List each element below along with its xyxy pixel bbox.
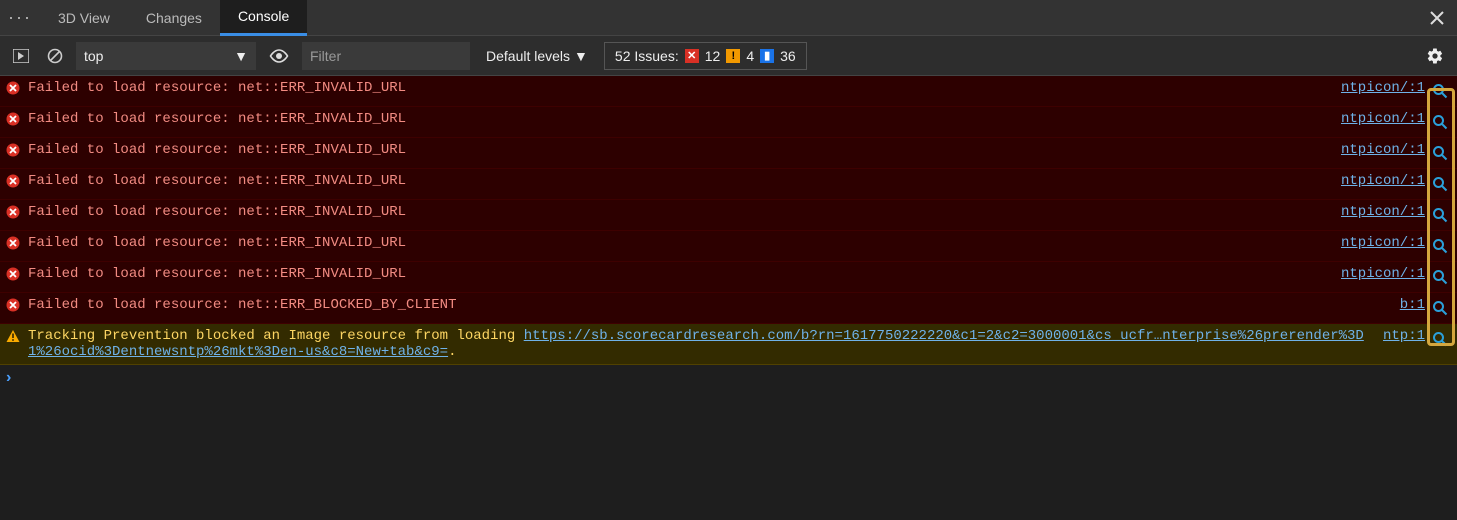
search-icon[interactable] xyxy=(1429,235,1451,257)
issues-summary[interactable]: 52 Issues: ✕ 12 ! 4 ▮ 36 xyxy=(604,42,807,70)
console-toolbar: top ▼ Default levels ▼ 52 Issues: ✕ 12 ! 4… xyxy=(0,36,1457,76)
console-message: Failed to load resource: net::ERR_INVALI… xyxy=(28,235,1333,251)
close-icon[interactable] xyxy=(1417,0,1457,36)
console-message: Tracking Prevention blocked an Image res… xyxy=(28,328,1375,360)
source-link[interactable]: ntpicon/:1 xyxy=(1341,266,1425,282)
console-row: Tracking Prevention blocked an Image res… xyxy=(0,324,1457,365)
search-icon[interactable] xyxy=(1429,266,1451,288)
clear-console-icon[interactable] xyxy=(42,43,68,69)
error-icon xyxy=(6,205,22,221)
search-icon[interactable] xyxy=(1429,142,1451,164)
tab-3d-view[interactable]: 3D View xyxy=(40,0,128,36)
search-icon[interactable] xyxy=(1429,80,1451,102)
warning-icon xyxy=(6,329,22,345)
error-icon xyxy=(6,267,22,283)
search-icon[interactable] xyxy=(1429,204,1451,226)
execution-context-select[interactable]: top ▼ xyxy=(76,42,256,70)
toggle-sidebar-icon[interactable] xyxy=(8,43,34,69)
error-icon xyxy=(6,112,22,128)
error-badge-icon: ✕ xyxy=(685,49,699,63)
console-message: Failed to load resource: net::ERR_INVALI… xyxy=(28,173,1333,189)
source-link[interactable]: ntpicon/:1 xyxy=(1341,80,1425,96)
panel-tabbar: ··· 3D View Changes Console xyxy=(0,0,1457,36)
chevron-right-icon: › xyxy=(6,369,11,387)
console-row: Failed to load resource: net::ERR_INVALI… xyxy=(0,169,1457,200)
issues-label: 52 Issues: xyxy=(615,48,679,64)
more-icon[interactable]: ··· xyxy=(0,0,40,36)
warning-badge-icon: ! xyxy=(726,49,740,63)
warning-count: 4 xyxy=(746,48,754,64)
levels-label: Default levels xyxy=(486,48,570,64)
search-icon[interactable] xyxy=(1429,328,1451,350)
console-message: Failed to load resource: net::ERR_INVALI… xyxy=(28,204,1333,220)
message-link[interactable]: https://sb.scorecardresearch.com/b?rn=16… xyxy=(28,328,1364,360)
console-message: Failed to load resource: net::ERR_INVALI… xyxy=(28,80,1333,96)
source-link[interactable]: ntpicon/:1 xyxy=(1341,235,1425,251)
console-message: Failed to load resource: net::ERR_INVALI… xyxy=(28,266,1333,282)
filter-input[interactable] xyxy=(302,42,470,70)
error-icon xyxy=(6,298,22,314)
console-prompt[interactable]: › xyxy=(0,365,1457,391)
console-row: Failed to load resource: net::ERR_INVALI… xyxy=(0,76,1457,107)
source-link[interactable]: ntpicon/:1 xyxy=(1341,173,1425,189)
console-message: Failed to load resource: net::ERR_INVALI… xyxy=(28,111,1333,127)
live-expression-icon[interactable] xyxy=(264,42,294,70)
error-icon xyxy=(6,174,22,190)
error-icon xyxy=(6,143,22,159)
dropdown-icon: ▼ xyxy=(574,48,588,64)
console-message: Failed to load resource: net::ERR_INVALI… xyxy=(28,142,1333,158)
console-row: Failed to load resource: net::ERR_INVALI… xyxy=(0,200,1457,231)
search-icon[interactable] xyxy=(1429,297,1451,319)
console-row: Failed to load resource: net::ERR_INVALI… xyxy=(0,231,1457,262)
tab-console[interactable]: Console xyxy=(220,0,307,36)
console-row: Failed to load resource: net::ERR_INVALI… xyxy=(0,138,1457,169)
console-output: Failed to load resource: net::ERR_INVALI… xyxy=(0,76,1457,365)
source-link[interactable]: ntpicon/:1 xyxy=(1341,142,1425,158)
info-badge-icon: ▮ xyxy=(760,49,774,63)
log-levels-select[interactable]: Default levels ▼ xyxy=(478,42,596,70)
error-icon xyxy=(6,236,22,252)
error-icon xyxy=(6,81,22,97)
console-message: Failed to load resource: net::ERR_BLOCKE… xyxy=(28,297,1392,313)
dropdown-icon: ▼ xyxy=(234,48,248,64)
console-row: Failed to load resource: net::ERR_BLOCKE… xyxy=(0,293,1457,324)
source-link[interactable]: ntp:1 xyxy=(1383,328,1425,344)
console-row: Failed to load resource: net::ERR_INVALI… xyxy=(0,262,1457,293)
source-link[interactable]: ntpicon/:1 xyxy=(1341,111,1425,127)
search-icon[interactable] xyxy=(1429,111,1451,133)
search-icon[interactable] xyxy=(1429,173,1451,195)
context-label: top xyxy=(84,48,103,64)
source-link[interactable]: ntpicon/:1 xyxy=(1341,204,1425,220)
info-count: 36 xyxy=(780,48,796,64)
error-count: 12 xyxy=(705,48,721,64)
tab-changes[interactable]: Changes xyxy=(128,0,220,36)
settings-icon[interactable] xyxy=(1421,42,1449,70)
source-link[interactable]: b:1 xyxy=(1400,297,1425,313)
console-row: Failed to load resource: net::ERR_INVALI… xyxy=(0,107,1457,138)
